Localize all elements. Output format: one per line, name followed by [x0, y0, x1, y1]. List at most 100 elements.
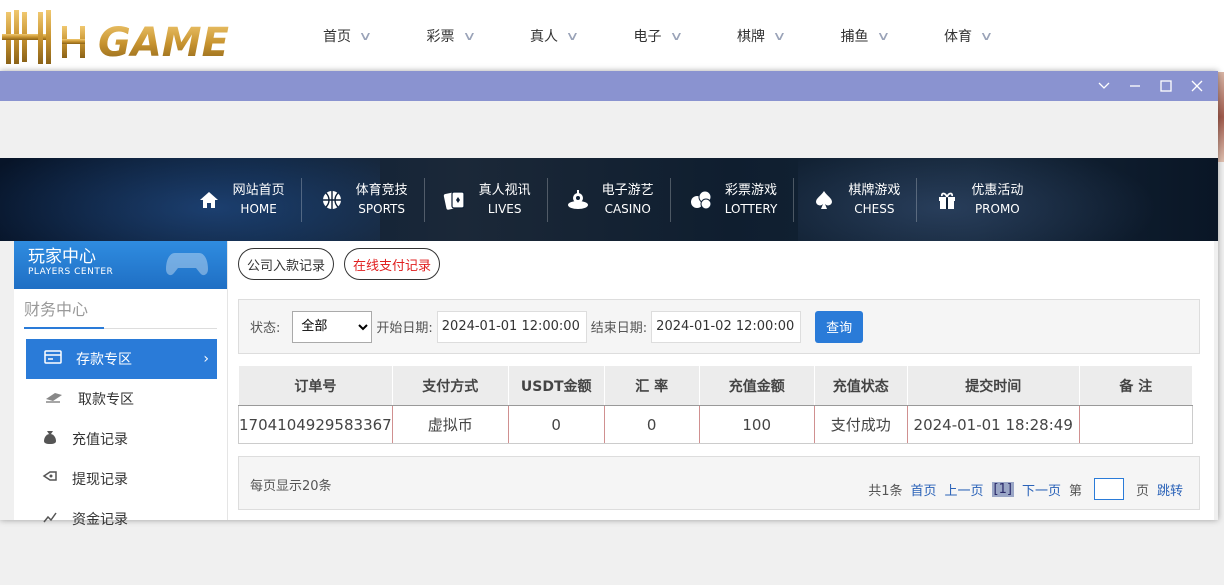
main-nav-label: 彩票游戏 — [725, 182, 778, 198]
site-header: GAME 首页 ∨ 彩票 ∨ 真人 ∨ 电子 ∨ 棋牌 ∨ 捕鱼 ∨ 体育 ∨ — [0, 0, 1224, 72]
main-nav-sports[interactable]: 体育竞技 SPORTS — [302, 177, 425, 222]
main-nav-label: 体育竞技 — [355, 182, 408, 198]
prev-page-link[interactable]: 上一页 — [945, 480, 984, 499]
main-nav-label: 优惠活动 — [971, 182, 1024, 198]
background-edge — [1218, 72, 1224, 162]
start-date-input[interactable] — [436, 310, 587, 343]
start-date-label: 开始日期: — [376, 321, 433, 336]
main-nav-casino[interactable]: 电子游艺 CASINO — [548, 177, 671, 222]
column-header: 备 注 — [1078, 365, 1194, 406]
sidebar-item-label: 取款专区 — [78, 392, 134, 408]
window-controls — [1088, 71, 1212, 101]
withdraw-icon — [42, 470, 58, 488]
tab-company-deposit-records[interactable]: 公司入款记录 — [238, 248, 335, 280]
top-nav-live[interactable]: 真人 ∨ — [512, 0, 616, 72]
sidebar-menu: 存款专区 › 取款专区 充值记录 提现记录 资金记录 — [14, 339, 227, 539]
top-nav-lottery[interactable]: 彩票 ∨ — [409, 0, 513, 72]
top-nav-chess[interactable]: 棋牌 ∨ — [719, 0, 823, 72]
top-nav-home[interactable]: 首页 ∨ — [305, 0, 409, 72]
column-header: USDT金额 — [507, 365, 605, 406]
column-header: 订单号 — [238, 365, 393, 406]
next-page-link[interactable]: 下一页 — [1022, 480, 1061, 499]
basketball-icon — [318, 186, 346, 214]
home-icon — [195, 186, 223, 214]
table-cell: 虚拟币 — [391, 405, 509, 444]
main-nav-banner: 网站首页 HOME 体育竞技 SPORTS 真人视讯 LIVES 电子游艺 CASINO… — [0, 158, 1218, 241]
chart-icon — [42, 510, 58, 528]
page-suffix: 页 — [1135, 483, 1149, 499]
tab-online-payment-records[interactable]: 在线支付记录 — [344, 248, 441, 280]
chevron-down-icon: ∨ — [565, 29, 580, 43]
main-nav-sublabel: CHESS — [854, 201, 895, 216]
sidebar: 玩家中心 PLAYERS CENTER 财务中心 存款专区 › 取款专区 充值记… — [14, 241, 228, 528]
main-nav-sublabel: HOME — [240, 201, 277, 216]
maximize-icon[interactable] — [1150, 71, 1181, 101]
column-header: 汇 率 — [603, 365, 700, 406]
pagination: 每页显示20条 共1条 首页 上一页 [1] 下一页 第 页 跳转 — [238, 456, 1200, 510]
minimize-icon[interactable] — [1119, 71, 1150, 101]
cash-icon — [44, 390, 64, 408]
sidebar-item-label: 充值记录 — [72, 432, 128, 448]
records-table: 订单号 支付方式 USDT金额 汇 率 充值金额 充值状态 提交时间 备 注 1… — [238, 365, 1194, 444]
close-icon[interactable] — [1181, 71, 1212, 101]
main-nav-lives[interactable]: 真人视讯 LIVES — [425, 177, 548, 222]
records-panel: 公司入款记录 在线支付记录 状态: 全部 开始日期: 结束日期: 查询 订单号 … — [238, 241, 1200, 510]
main-nav-chess[interactable]: 棋牌游戏 CHESS — [794, 177, 918, 222]
top-nav-fishing[interactable]: 捕鱼 ∨ — [823, 0, 927, 72]
top-nav-label: 棋牌 — [737, 29, 765, 45]
card-icon — [44, 350, 62, 368]
finance-center-section: 财务中心 — [24, 297, 217, 329]
top-nav: 首页 ∨ 彩票 ∨ 真人 ∨ 电子 ∨ 棋牌 ∨ 捕鱼 ∨ 体育 ∨ — [305, 0, 1030, 72]
table-cell: 100 — [698, 405, 815, 444]
current-page: [1] — [991, 481, 1014, 497]
end-date-input[interactable] — [651, 310, 802, 343]
main-nav-home[interactable]: 网站首页 HOME — [179, 177, 302, 222]
pagination-controls: 共1条 首页 上一页 [1] 下一页 第 页 跳转 — [868, 478, 1183, 500]
main-nav-sublabel: CASINO — [604, 201, 651, 216]
status-select[interactable]: 全部 — [292, 310, 373, 343]
page-number-input[interactable] — [1093, 478, 1124, 500]
main-nav-promo[interactable]: 优惠活动 PROMO — [917, 178, 1039, 222]
end-date-label: 结束日期: — [590, 321, 648, 336]
top-nav-label: 真人 — [530, 29, 558, 45]
table-row: 1704104929583367 虚拟币 0 0 100 支付成功 2024-0… — [238, 405, 1193, 444]
sidebar-item-withdraw[interactable]: 取款专区 — [26, 379, 217, 419]
column-header: 支付方式 — [391, 365, 509, 406]
sidebar-item-recharge-records[interactable]: 充值记录 — [26, 419, 217, 459]
gift-icon — [933, 186, 961, 214]
section-title: 财务中心 — [24, 300, 89, 319]
main-nav-label: 棋牌游戏 — [848, 182, 901, 198]
top-nav-label: 捕鱼 — [840, 29, 869, 45]
total-count: 共1条 — [868, 483, 903, 499]
table-cell: 0 — [603, 405, 700, 444]
chevron-right-icon: › — [203, 351, 209, 367]
players-center-window: 网站首页 HOME 体育竞技 SPORTS 真人视讯 LIVES 电子游艺 CASINO… — [0, 71, 1218, 528]
sidebar-item-fund-records[interactable]: 资金记录 — [26, 499, 217, 539]
column-header: 充值状态 — [813, 365, 908, 406]
main-nav-sublabel: SPORTS — [358, 201, 405, 216]
jump-link[interactable]: 跳转 — [1157, 480, 1183, 499]
top-nav-label: 体育 — [944, 29, 972, 45]
cards-icon — [441, 186, 469, 214]
window-titlebar[interactable] — [0, 71, 1218, 101]
query-button[interactable]: 查询 — [815, 310, 864, 343]
chevron-down-icon[interactable] — [1088, 71, 1119, 101]
lottery-balls-icon — [687, 186, 715, 214]
site-logo[interactable]: GAME — [0, 8, 270, 66]
table-header-row: 订单号 支付方式 USDT金额 汇 率 充值金额 充值状态 提交时间 备 注 — [238, 365, 1194, 406]
sidebar-item-withdraw-records[interactable]: 提现记录 — [26, 459, 217, 499]
chevron-down-icon: ∨ — [461, 29, 476, 43]
main-nav-lottery[interactable]: 彩票游戏 LOTTERY — [671, 177, 795, 222]
spade-icon — [810, 186, 838, 214]
table-cell — [1078, 405, 1193, 444]
gamepad-icon — [166, 253, 208, 276]
first-page-link[interactable]: 首页 — [910, 480, 936, 499]
record-tabs: 公司入款记录 在线支付记录 — [238, 248, 1200, 280]
top-nav-sports[interactable]: 体育 ∨ — [926, 0, 1030, 72]
sidebar-item-deposit[interactable]: 存款专区 › — [26, 339, 217, 379]
table-cell: 0 — [507, 405, 605, 444]
top-nav-label: 首页 — [323, 29, 351, 45]
top-nav-slots[interactable]: 电子 ∨ — [616, 0, 720, 72]
sidebar-item-label: 存款专区 — [76, 352, 132, 368]
top-nav-label: 彩票 — [426, 29, 455, 45]
